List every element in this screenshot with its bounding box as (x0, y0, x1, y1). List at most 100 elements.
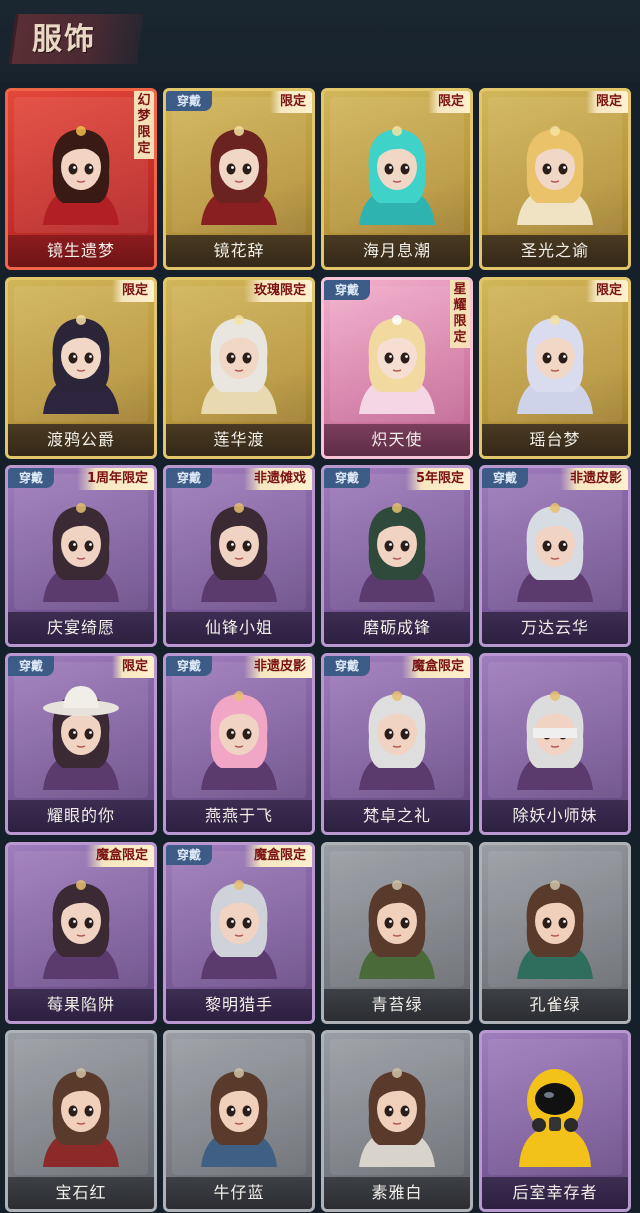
costume-card[interactable]: 穿戴 限定耀眼的你 (5, 653, 157, 835)
limited-ribbon: 限定 (585, 91, 628, 113)
costume-name: 梵卓之礼 (324, 800, 470, 832)
red-hood-portrait (201, 126, 277, 225)
costume-card[interactable]: 穿戴 星耀限定炽天使 (321, 277, 473, 459)
girl-green-portrait (359, 880, 435, 979)
costume-card[interactable]: 幻梦限定 镜生遗梦 (5, 88, 157, 270)
worn-badge: 穿戴 (166, 91, 212, 111)
limited-ribbon: 魔盒限定 (401, 656, 470, 678)
holy-blonde-portrait (517, 126, 593, 225)
limited-ribbon: 魔盒限定 (85, 845, 154, 867)
vampire-portrait (359, 691, 435, 790)
limited-ribbon: 限定 (269, 91, 312, 113)
costume-name: 后室幸存者 (482, 1177, 628, 1209)
lotus-white-portrait (201, 315, 277, 414)
costume-card[interactable]: 素雅白 (321, 1030, 473, 1212)
blindfold-girl-portrait (517, 691, 593, 790)
costume-name: 炽天使 (324, 424, 470, 456)
limited-ribbon: 限定 (585, 280, 628, 302)
dawn-hunter-portrait (201, 880, 277, 979)
costume-card[interactable]: 限定瑶台梦 (479, 277, 631, 459)
girl-denim-portrait (201, 1068, 277, 1167)
limited-ribbon: 非遗皮影 (559, 468, 628, 490)
worn-badge: 穿戴 (166, 468, 212, 488)
costume-name: 万达云华 (482, 612, 628, 644)
costume-card[interactable]: 穿戴 魔盒限定梵卓之礼 (321, 653, 473, 835)
hazmat-yellow-portrait (519, 1069, 591, 1167)
limited-ribbon: 星耀限定 (450, 280, 470, 348)
girl-peacock-portrait (517, 880, 593, 979)
girl-red-portrait (43, 1068, 119, 1167)
jade-dream-portrait (517, 315, 593, 414)
costume-card[interactable]: 魔盒限定莓果陷阱 (5, 842, 157, 1024)
costume-name: 素雅白 (324, 1177, 470, 1209)
costume-name: 除妖小师妹 (482, 800, 628, 832)
seraph-portrait (359, 315, 435, 414)
girl-white-portrait (359, 1068, 435, 1167)
costume-name: 燕燕于飞 (166, 800, 312, 832)
worn-badge: 穿戴 (8, 656, 54, 676)
limited-ribbon: 非遗傩戏 (243, 468, 312, 490)
costume-card[interactable]: 穿戴 魔盒限定黎明猎手 (163, 842, 315, 1024)
costume-name: 宝石红 (8, 1177, 154, 1209)
costume-card[interactable]: 穿戴 限定镜花辞 (163, 88, 315, 270)
sea-teal-portrait (359, 126, 435, 225)
costume-card[interactable]: 穿戴 非遗傩戏仙锋小姐 (163, 465, 315, 647)
costume-name: 磨砺成锋 (324, 612, 470, 644)
raven-duke-portrait (43, 315, 119, 414)
costume-card[interactable]: 孔雀绿 (479, 842, 631, 1024)
limited-ribbon: 1周年限定 (76, 468, 154, 490)
costume-card[interactable]: 穿戴 非遗皮影燕燕于飞 (163, 653, 315, 835)
worn-badge: 穿戴 (482, 468, 528, 488)
worn-badge: 穿戴 (324, 468, 370, 488)
costume-card[interactable]: 限定圣光之谕 (479, 88, 631, 270)
page-title: 服饰 (32, 22, 96, 57)
costume-name: 孔雀绿 (482, 989, 628, 1021)
limited-ribbon: 5年限定 (405, 468, 470, 490)
costume-name: 耀眼的你 (8, 800, 154, 832)
costume-card[interactable]: 穿戴 1周年限定庆宴绮愿 (5, 465, 157, 647)
costume-name: 仙锋小姐 (166, 612, 312, 644)
limited-ribbon: 魔盒限定 (243, 845, 312, 867)
cowboy-hat-portrait (43, 686, 119, 790)
worn-badge: 穿戴 (324, 656, 370, 676)
worn-badge: 穿戴 (8, 468, 54, 488)
limited-ribbon: 幻梦限定 (134, 91, 154, 159)
mask-lady-portrait (201, 503, 277, 602)
costume-name: 庆宴绮愿 (8, 612, 154, 644)
limited-ribbon: 非遗皮影 (243, 656, 312, 678)
costume-card[interactable]: 限定 渡鸦公爵 (5, 277, 157, 459)
costume-name: 青苔绿 (324, 989, 470, 1021)
worn-badge: 穿戴 (166, 656, 212, 676)
costume-name: 海月息潮 (324, 235, 470, 267)
pink-swallow-portrait (201, 691, 277, 790)
silver-hair-portrait (517, 503, 593, 602)
costume-card[interactable]: 穿戴 5年限定磨砺成锋 (321, 465, 473, 647)
costume-name: 圣光之谕 (482, 235, 628, 267)
costume-card[interactable]: 后室幸存者 (479, 1030, 631, 1212)
costume-name: 黎明猎手 (166, 989, 312, 1021)
limited-ribbon: 限定 (111, 656, 154, 678)
costume-name: 瑶台梦 (482, 424, 628, 456)
costume-card[interactable]: 限定海月息潮 (321, 88, 473, 270)
green-warrior-portrait (359, 503, 435, 602)
costume-card[interactable]: 宝石红 (5, 1030, 157, 1212)
worn-badge: 穿戴 (324, 280, 370, 300)
costume-card[interactable]: 牛仔蓝 (163, 1030, 315, 1212)
cake-party-portrait (43, 503, 119, 602)
costume-name: 牛仔蓝 (166, 1177, 312, 1209)
costume-card[interactable]: 穿戴 非遗皮影万达云华 (479, 465, 631, 647)
costume-card[interactable]: 玫瑰限定莲华渡 (163, 277, 315, 459)
header-bar: 服饰 (0, 0, 640, 82)
costume-name: 镜花辞 (166, 235, 312, 267)
limited-ribbon: 限定 (427, 91, 470, 113)
costume-card[interactable]: 除妖小师妹 (479, 653, 631, 835)
limited-ribbon: 玫瑰限定 (243, 280, 312, 302)
berry-hat-portrait (43, 880, 119, 979)
costume-name: 渡鸦公爵 (8, 424, 154, 456)
worn-badge: 穿戴 (166, 845, 212, 865)
costume-grid: 幻梦限定 镜生遗梦 穿戴 限定 镜花辞 限定 海月息潮 限定 圣光之谕 限定 渡鸦公爵 玫瑰限定 莲华渡… (0, 88, 640, 1213)
costume-name: 莓果陷阱 (8, 989, 154, 1021)
hanfu-queen-portrait (43, 126, 119, 225)
costume-name: 莲华渡 (166, 424, 312, 456)
costume-card[interactable]: 青苔绿 (321, 842, 473, 1024)
